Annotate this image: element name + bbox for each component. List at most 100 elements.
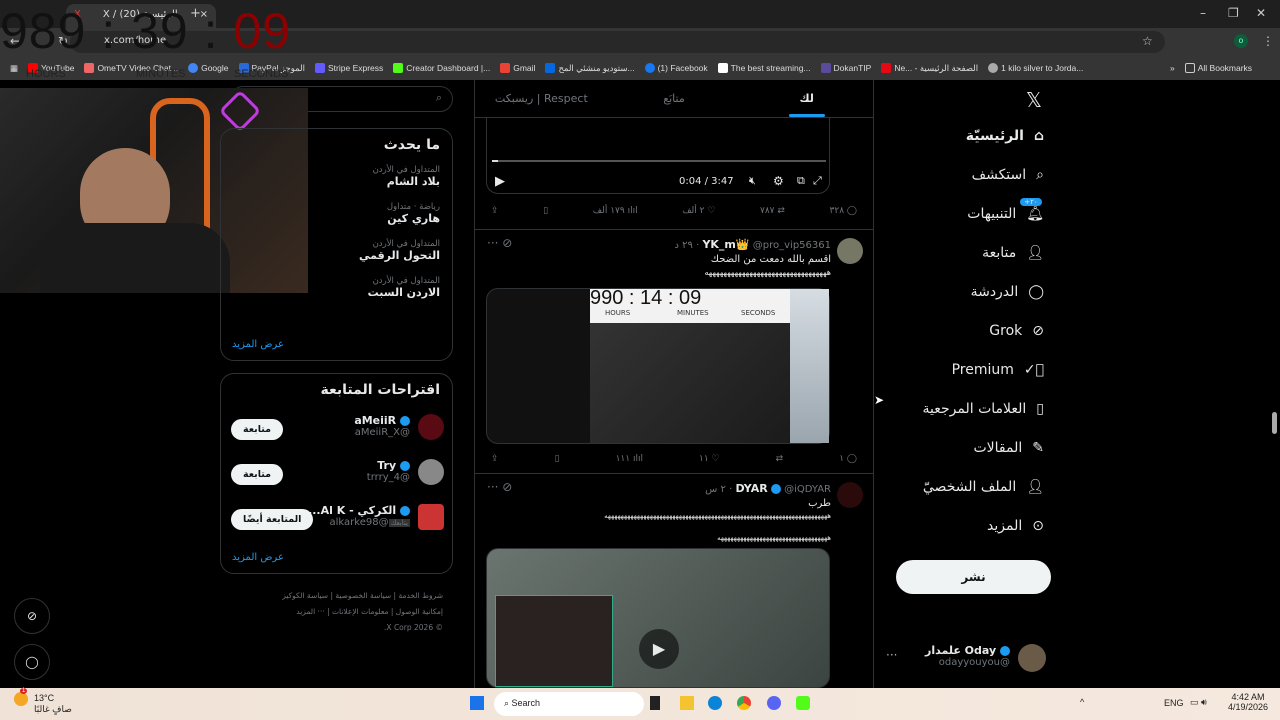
profile-avatar[interactable]: o bbox=[1234, 34, 1248, 48]
nav-notifications[interactable]: 🔔︎ ٢٠+ التنبيهات bbox=[967, 198, 1044, 222]
app-icon[interactable] bbox=[796, 696, 810, 710]
follow-suggestion[interactable]: aMeiiR @aMeiiR_X متابعة bbox=[221, 414, 454, 446]
play-icon[interactable]: ▶ bbox=[495, 174, 505, 189]
tweet-media[interactable]: ▶ bbox=[486, 548, 830, 688]
search-icon: ⌕ bbox=[1036, 167, 1044, 183]
menu-icon[interactable]: ⋮ bbox=[1262, 34, 1274, 48]
grok-button[interactable]: ⊘ bbox=[14, 598, 50, 634]
show-more-link[interactable]: عرض المزيد bbox=[232, 339, 284, 350]
nav-premium[interactable]: ✓⃝ Premium bbox=[952, 362, 1044, 378]
settings-icon[interactable]: ⚙ bbox=[773, 174, 784, 188]
who-to-follow-title: اقتراحات المتابعة bbox=[320, 382, 440, 398]
nav-explore[interactable]: ⌕ استكشف bbox=[972, 167, 1044, 183]
follow-button[interactable]: متابعة bbox=[231, 419, 284, 440]
repost-button[interactable]: ⇄ bbox=[776, 454, 784, 464]
trend-item[interactable]: رياضة · متداول هاري كين bbox=[233, 202, 440, 225]
language-indicator[interactable]: ENG bbox=[1164, 698, 1184, 708]
trend-item[interactable]: المتداول في الأردن بلاد الشام bbox=[233, 165, 440, 188]
nav-profile[interactable]: 👤︎ الملف الشخصيّ bbox=[923, 479, 1044, 495]
edge-icon[interactable] bbox=[708, 696, 722, 710]
x-logo-icon[interactable]: 𝕏 bbox=[1026, 88, 1042, 112]
clock[interactable]: 4:42 AM 4/19/2026 bbox=[1228, 692, 1268, 712]
file-explorer-icon[interactable] bbox=[680, 696, 694, 710]
restore-button[interactable]: ❐ bbox=[1228, 6, 1239, 20]
views-button[interactable]: ılıl ١١١ bbox=[616, 454, 643, 464]
trend-item[interactable]: المتداول في الأردن التحول الرقمي bbox=[233, 239, 440, 262]
discord-icon[interactable] bbox=[767, 696, 781, 710]
bookmark[interactable]: The best streaming... bbox=[717, 63, 811, 73]
tab-following[interactable]: متابَع bbox=[608, 80, 741, 117]
bookmark-button[interactable]: ▯ bbox=[555, 454, 560, 464]
nav-chat[interactable]: ◯ الدردشة bbox=[971, 284, 1044, 300]
tab-respect[interactable]: ريسبكت | Respect bbox=[475, 80, 608, 117]
follow-suggestion[interactable]: Try @4_trrry متابعة bbox=[221, 459, 454, 491]
nav-articles[interactable]: ✎ المقالات bbox=[974, 440, 1045, 456]
more-icon[interactable]: ··· ⊘ bbox=[487, 480, 512, 494]
windows-start-icon[interactable] bbox=[470, 696, 484, 710]
more-bookmarks-icon[interactable]: » bbox=[1170, 63, 1175, 73]
nav-follow[interactable]: 👤︎ متابعة bbox=[982, 245, 1044, 261]
post-button[interactable]: نشر bbox=[896, 560, 1051, 594]
share-button[interactable]: ⇪ bbox=[491, 206, 499, 216]
more-icon[interactable]: ··· ⊘ bbox=[487, 236, 512, 250]
taskbar: 1 13°C صافٍ غالبًا ⌕ Search ^ ENG ▭ 🔊︎ 4… bbox=[0, 688, 1280, 720]
footer-link[interactable]: سياسة الخصوصية bbox=[335, 591, 391, 600]
video-player[interactable]: ▶ 0:04 / 3:47 🔇︎ ⚙ ⧉ ⤢ bbox=[486, 118, 830, 194]
follow-suggestion[interactable]: الكركي - Al K... يتابعك@alkarke98 المتابع… bbox=[221, 504, 454, 536]
all-bookmarks[interactable]: All Bookmarks bbox=[1184, 63, 1252, 73]
nav-grok[interactable]: ⊘ Grok bbox=[989, 323, 1044, 339]
nav-more[interactable]: ⊙ المزيد bbox=[987, 518, 1044, 534]
taskbar-search[interactable]: ⌕ Search bbox=[494, 692, 644, 716]
show-more-link[interactable]: عرض المزيد bbox=[232, 552, 284, 563]
scrollbar[interactable] bbox=[1272, 412, 1277, 434]
views-button[interactable]: ılıl ١٧٩ ألف bbox=[593, 206, 638, 216]
account-switcher[interactable]: ··· Oday علمدار @odayyouyou bbox=[886, 642, 1046, 674]
nav-home[interactable]: ⌂ الرئيسيّة bbox=[966, 128, 1044, 144]
footer-link[interactable]: ··· المزيد bbox=[296, 607, 324, 616]
tweet[interactable]: DYAR @iQDYAR · ٢ س ··· ⊘ طرب ههههههههههه… bbox=[475, 473, 873, 688]
like-button[interactable]: ♡ ١١ bbox=[699, 454, 720, 464]
like-button[interactable]: ♡ ٢ ألف bbox=[682, 206, 715, 216]
bookmark[interactable]: Creator Dashboard |... bbox=[393, 63, 490, 73]
bookmark[interactable]: DokanTIP bbox=[820, 63, 871, 73]
bookmark[interactable]: Google bbox=[188, 63, 229, 73]
footer-link[interactable]: شروط الخدمة bbox=[398, 591, 443, 600]
tweet[interactable]: YK_m👑 @pro_vip56361 · ٢٩ د ··· ⊘ اقسم با… bbox=[475, 229, 873, 473]
bookmark[interactable]: Ne... - الصفحة الرئيسية bbox=[881, 63, 978, 74]
share-button[interactable]: ⇪ bbox=[491, 454, 499, 464]
chrome-icon[interactable] bbox=[737, 696, 751, 710]
chat-button[interactable]: ◯ bbox=[14, 644, 50, 680]
grok-icon: ⊘ bbox=[502, 236, 513, 250]
footer-link[interactable]: معلومات الإعلانات bbox=[332, 607, 388, 616]
bookmark[interactable]: Gmail bbox=[500, 63, 535, 73]
network-volume-icon[interactable]: ▭ 🔊︎ bbox=[1190, 697, 1207, 708]
tab-for-you[interactable]: لك bbox=[740, 80, 873, 117]
follow-back-button[interactable]: المتابعة أيضًا bbox=[231, 509, 314, 530]
bookmark-star-icon[interactable]: ☆ bbox=[1142, 34, 1153, 48]
reply-button[interactable]: ◯ ٣٢٨ bbox=[830, 206, 857, 216]
pip-icon[interactable]: ⧉ bbox=[797, 174, 805, 188]
fullscreen-icon[interactable]: ⤢ bbox=[813, 174, 822, 188]
apps-icon[interactable]: ▦ bbox=[10, 63, 18, 74]
mute-icon[interactable]: 🔇︎ bbox=[749, 174, 756, 188]
trend-item[interactable]: المتداول في الأردن الاردن السبت bbox=[233, 276, 440, 299]
bookmark[interactable]: ستوديو منشئي المح... bbox=[545, 63, 635, 74]
follow-button[interactable]: متابعة bbox=[231, 464, 284, 485]
bookmark[interactable]: (1) Facebook bbox=[644, 63, 708, 73]
tray-chevron-icon[interactable]: ^ bbox=[1080, 697, 1084, 707]
close-window-button[interactable]: ✕ bbox=[1256, 6, 1266, 20]
video-progress-bar[interactable] bbox=[492, 160, 826, 162]
bookmark[interactable]: Stripe Express bbox=[315, 63, 383, 73]
footer-link[interactable]: إمكانية الوصول bbox=[396, 607, 443, 616]
play-icon[interactable]: ▶ bbox=[639, 629, 679, 669]
footer-link[interactable]: سياسة الكوكيز bbox=[282, 591, 328, 600]
bookmark[interactable]: 1 kilo silver to Jorda... bbox=[988, 63, 1083, 73]
weather-icon[interactable]: 1 bbox=[14, 688, 28, 706]
reply-button[interactable]: ◯ ١ bbox=[839, 454, 857, 464]
app-icon[interactable] bbox=[650, 696, 660, 710]
repost-button[interactable]: ⇄ ٧٨٧ bbox=[760, 206, 785, 216]
minimize-button[interactable]: – bbox=[1200, 6, 1206, 20]
nav-bookmarks[interactable]: ▯ العلامات المرجعية bbox=[923, 401, 1045, 417]
bookmark-button[interactable]: ▯ bbox=[543, 206, 548, 216]
tweet-media[interactable]: 990 : 14 : 09 HOURS MINUTES SECONDS bbox=[486, 287, 830, 444]
